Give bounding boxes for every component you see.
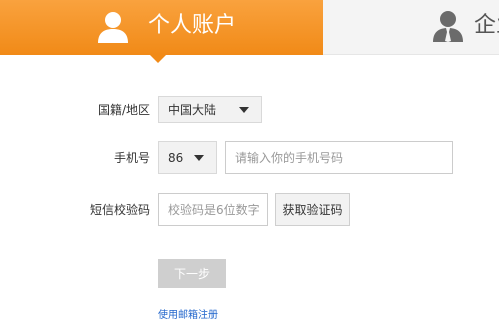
phone-label: 手机号 [113, 151, 150, 165]
tab-personal-label: 个人账户 [148, 13, 237, 38]
phone-number-input[interactable] [225, 141, 453, 174]
tab-company-account[interactable]: 企业 [323, 0, 499, 55]
nationality-value: 中国大陆 [168, 103, 217, 117]
get-code-button[interactable]: 获取验证码 [275, 193, 350, 226]
next-label: 下一步 [173, 267, 210, 281]
next-button[interactable]: 下一步 [158, 259, 226, 288]
sms-code-input[interactable] [158, 193, 268, 226]
account-type-tabs: 个人账户 企业 [0, 0, 499, 63]
business-user-icon [433, 11, 463, 42]
chevron-down-icon [239, 106, 249, 113]
chevron-down-icon [194, 154, 204, 161]
register-with-email-link[interactable]: 使用邮箱注册 [158, 306, 218, 321]
sms-code-label: 短信校验码 [89, 203, 150, 217]
get-code-label: 获取验证码 [282, 203, 343, 217]
tab-personal-account[interactable]: 个人账户 [0, 0, 323, 55]
nationality-select[interactable]: 中国大陆 [158, 96, 262, 123]
active-tab-indicator [150, 55, 166, 63]
nationality-label: 国籍/地区 [97, 103, 150, 117]
tab-company-label: 企业 [474, 13, 499, 38]
country-code-select[interactable]: 86 [158, 141, 217, 174]
user-icon [98, 12, 128, 43]
country-code-value: 86 [168, 150, 184, 165]
